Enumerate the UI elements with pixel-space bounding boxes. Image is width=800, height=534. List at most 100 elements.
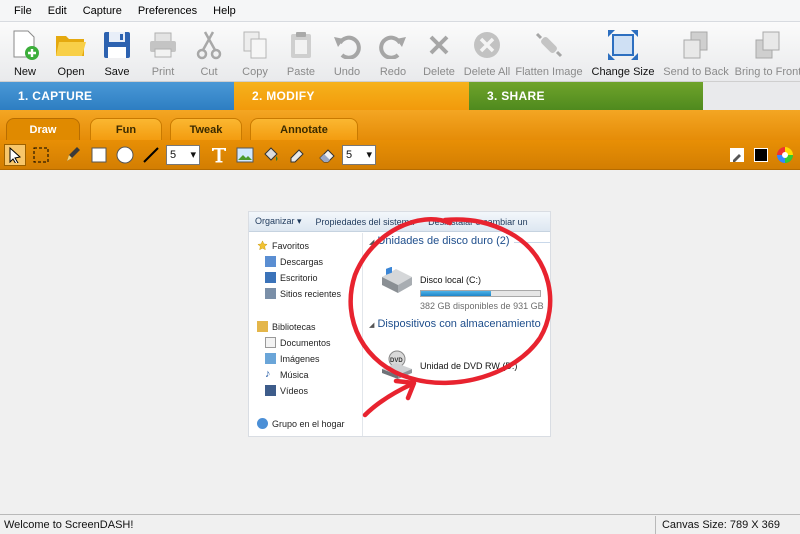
highlighter-tool[interactable] — [286, 144, 308, 166]
fill-tool[interactable] — [260, 144, 282, 166]
paste-button[interactable]: Paste — [278, 22, 324, 82]
text-t-icon — [212, 147, 226, 162]
copy-button[interactable]: Copy — [232, 22, 278, 82]
change-size-label: Change Size — [591, 66, 655, 78]
delete-button[interactable]: Delete — [416, 22, 462, 82]
step-modify[interactable]: 2. MODIFY — [234, 82, 469, 110]
delete-label: Delete — [423, 66, 455, 78]
workflow-steps: 1. CAPTURE 2. MODIFY 3. SHARE — [0, 82, 800, 110]
nav-documentos: Documentos — [265, 337, 331, 348]
nav-imagenes: Imágenes — [265, 353, 320, 364]
menu-bar: File Edit Capture Preferences Help — [0, 0, 800, 22]
pictures-icon — [265, 353, 276, 364]
group-hard-drives: ◢ Unidades de disco duro (2) — [369, 235, 510, 247]
explorer-organize: Organizar ▾ — [255, 216, 302, 226]
group-removable-storage: ◢ Dispositivos con almacenamiento — [369, 318, 541, 330]
folder-icon — [54, 28, 88, 62]
nav-sitios-recientes: Sitios recientes — [265, 288, 341, 299]
disk-c-free-space: 382 GB disponibles de 931 GB — [420, 301, 544, 311]
captured-screenshot[interactable]: Organizar ▾ Propiedades del sistema Desi… — [248, 211, 551, 437]
menu-help[interactable]: Help — [205, 5, 244, 17]
cut-button[interactable]: Cut — [186, 22, 232, 82]
flatten-image-button[interactable]: Flatten Image — [512, 22, 586, 82]
delete-all-icon — [470, 28, 504, 62]
line-tool[interactable] — [140, 144, 162, 166]
tab-tweak[interactable]: Tweak — [170, 118, 242, 140]
tab-annotate[interactable]: Annotate — [250, 118, 358, 140]
redo-button[interactable]: Redo — [370, 22, 416, 82]
chevron-down-icon: ▾ — [366, 149, 372, 161]
tab-draw[interactable]: Draw — [6, 118, 80, 140]
nav-musica: ♪ Música — [265, 368, 309, 380]
nav-escritorio: Escritorio — [265, 272, 318, 283]
music-icon: ♪ — [265, 368, 271, 380]
menu-preferences[interactable]: Preferences — [130, 5, 205, 17]
rectangle-tool[interactable] — [88, 144, 110, 166]
line-icon — [143, 146, 159, 163]
nav-grupo-hogar: Grupo en el hogar — [257, 418, 345, 429]
picture-icon — [236, 147, 254, 162]
copy-label: Copy — [242, 66, 268, 78]
tab-fun[interactable]: Fun — [90, 118, 162, 140]
disk-c-usage-fill — [421, 291, 492, 296]
save-button[interactable]: Save — [94, 22, 140, 82]
step-capture[interactable]: 1. CAPTURE — [0, 82, 234, 110]
color-picker-tool[interactable] — [726, 144, 748, 166]
draw-toolbar: 5 ▾ 5 ▾ — [0, 140, 800, 170]
delete-all-button[interactable]: Delete All — [462, 22, 512, 82]
disk-c-usage-bar — [420, 290, 541, 297]
color-wheel-button[interactable] — [774, 144, 796, 166]
change-size-button[interactable]: Change Size — [586, 22, 660, 82]
nav-favoritos: Favoritos — [257, 240, 309, 251]
image-tool[interactable] — [234, 144, 256, 166]
main-toolbar: New Open Save Print Cut Copy Paste Undo … — [0, 22, 800, 82]
dvd-drive-name: Unidad de DVD RW (D:) — [420, 361, 518, 371]
bring-to-front-button[interactable]: Bring to Front — [732, 22, 800, 82]
send-to-back-label: Send to Back — [663, 66, 729, 78]
text-tool[interactable] — [208, 144, 230, 166]
menu-capture[interactable]: Capture — [75, 5, 130, 17]
eraser-width-select[interactable]: 5 ▾ — [342, 144, 376, 165]
ellipse-tool[interactable] — [114, 144, 136, 166]
send-to-back-button[interactable]: Send to Back — [660, 22, 732, 82]
hard-drive-icon — [380, 266, 414, 293]
marquee-icon — [33, 147, 49, 162]
eraser-width-value: 5 — [346, 148, 353, 161]
undo-button[interactable]: Undo — [324, 22, 370, 82]
desktop-icon — [265, 272, 276, 283]
pen-tool[interactable] — [62, 144, 84, 166]
delete-all-label: Delete All — [463, 66, 511, 78]
explorer-toolbar: Organizar ▾ Propiedades del sistema Desi… — [249, 212, 550, 232]
new-button[interactable]: New — [2, 22, 48, 82]
floppy-disk-icon — [100, 28, 134, 62]
current-color-swatch[interactable] — [750, 144, 772, 166]
selection-tool[interactable] — [30, 144, 52, 166]
menu-file[interactable]: File — [6, 5, 40, 17]
open-label: Open — [57, 66, 85, 78]
menu-edit[interactable]: Edit — [40, 5, 75, 17]
print-button[interactable]: Print — [140, 22, 186, 82]
eraser-icon — [319, 148, 335, 162]
dvd-drive-icon: DVD — [380, 349, 414, 379]
paint-bucket-icon — [264, 146, 278, 161]
step-share[interactable]: 3. SHARE — [469, 82, 703, 110]
library-icon — [257, 321, 268, 332]
eraser-tool[interactable] — [316, 144, 338, 166]
homegroup-icon — [257, 418, 268, 429]
bring-to-front-icon — [751, 28, 785, 62]
line-width-select[interactable]: 5 ▾ — [166, 144, 200, 165]
flatten-image-label: Flatten Image — [515, 66, 583, 78]
arrow-cursor-icon — [9, 146, 22, 163]
clipboard-icon — [284, 28, 318, 62]
nav-videos: Vídeos — [265, 385, 308, 396]
editor-canvas[interactable]: Organizar ▾ Propiedades del sistema Desi… — [0, 170, 800, 514]
chevron-down-icon: ▾ — [190, 149, 196, 161]
bring-to-front-label: Bring to Front — [734, 66, 800, 78]
open-button[interactable]: Open — [48, 22, 94, 82]
pointer-tool[interactable] — [4, 143, 26, 166]
cut-label: Cut — [200, 66, 218, 78]
x-mark-icon — [422, 28, 456, 62]
highlighter-icon — [290, 148, 304, 162]
circle-icon — [116, 146, 134, 163]
copy-icon — [238, 28, 272, 62]
